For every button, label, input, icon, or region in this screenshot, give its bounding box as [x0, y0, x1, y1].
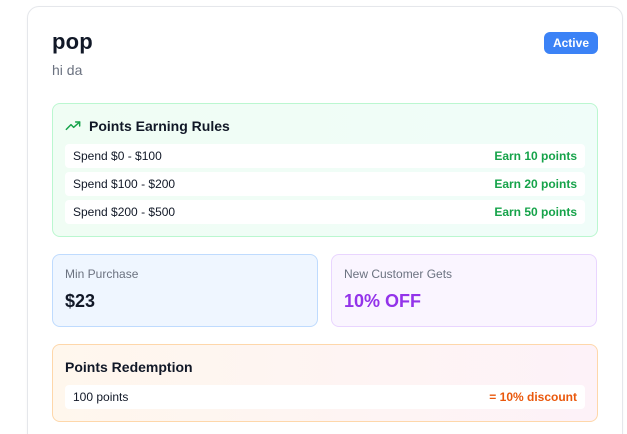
earning-rule-row: Spend $200 - $500 Earn 50 points — [65, 200, 585, 224]
rule-range: Spend $100 - $200 — [73, 177, 176, 191]
program-subtitle: hi da — [52, 62, 83, 78]
trending-up-icon — [65, 118, 81, 134]
rule-points: Earn 20 points — [494, 177, 577, 191]
rule-range: Spend $200 - $500 — [73, 205, 176, 219]
rule-points: Earn 10 points — [494, 149, 577, 163]
redemption-title: Points Redemption — [65, 359, 193, 375]
status-badge: Active — [543, 32, 598, 54]
new-customer-stat: New Customer Gets 10% OFF — [331, 254, 597, 327]
min-purchase-stat: Min Purchase $23 — [52, 254, 318, 327]
min-purchase-value: $23 — [65, 291, 96, 311]
rule-range: Spend $0 - $100 — [73, 149, 162, 163]
new-customer-value: 10% OFF — [344, 291, 422, 311]
program-title: pop — [52, 29, 93, 54]
earning-rules-title: Points Earning Rules — [89, 118, 230, 134]
new-customer-label: New Customer Gets — [344, 267, 453, 281]
points-redemption-section: Points Redemption 100 points = 10% disco… — [52, 344, 598, 422]
earning-rules-section: Points Earning Rules Spend $0 - $100 Ear… — [52, 103, 598, 237]
redemption-row: 100 points = 10% discount — [65, 385, 585, 409]
earning-rule-row: Spend $0 - $100 Earn 10 points — [65, 144, 585, 168]
redemption-discount: = 10% discount — [489, 390, 577, 404]
earning-rules-header: Points Earning Rules — [65, 118, 230, 134]
rule-points: Earn 50 points — [494, 205, 577, 219]
redemption-points: 100 points — [73, 390, 129, 404]
min-purchase-label: Min Purchase — [65, 267, 139, 281]
earning-rule-row: Spend $100 - $200 Earn 20 points — [65, 172, 585, 196]
loyalty-program-card: pop hi da Active Points Earning Rules Sp… — [27, 6, 623, 434]
